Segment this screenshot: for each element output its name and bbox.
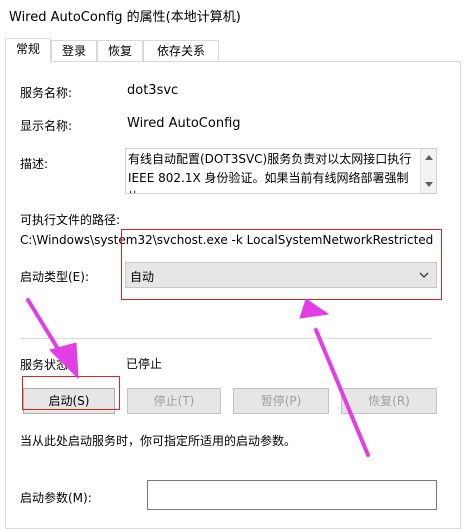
tab-logon[interactable]: 登录 bbox=[51, 40, 97, 62]
stop-button[interactable]: 停止(T) bbox=[127, 388, 221, 414]
tab-dependencies[interactable]: 依存关系 bbox=[143, 40, 219, 62]
exe-path-label: 可执行文件的路径: bbox=[20, 213, 121, 227]
service-name-label: 服务名称: bbox=[20, 86, 73, 100]
description-text: 有线自动配置(DOT3SVC)服务负责对以太网接口执行 IEEE 802.1X … bbox=[128, 152, 412, 193]
separator bbox=[20, 338, 432, 339]
scroll-down-icon[interactable] bbox=[425, 182, 433, 187]
pause-button[interactable]: 暂停(P) bbox=[233, 388, 329, 414]
display-name-label: 显示名称: bbox=[20, 119, 73, 133]
scroll-up-icon[interactable] bbox=[425, 155, 433, 160]
tab-general[interactable]: 常规 bbox=[5, 38, 51, 63]
general-panel bbox=[5, 61, 461, 529]
tab-strip: 常规 登录 恢复 依存关系 bbox=[0, 38, 467, 63]
exe-path-value: C:\Windows\system32\svchost.exe -k Local… bbox=[20, 233, 434, 247]
chevron-down-icon bbox=[419, 272, 429, 278]
startup-type-label: 启动类型(E): bbox=[20, 270, 89, 284]
window-title: Wired AutoConfig 的属性(本地计算机) bbox=[9, 10, 241, 25]
start-params-input[interactable] bbox=[147, 480, 437, 510]
start-params-label: 启动参数(M): bbox=[20, 491, 92, 505]
description-label: 描述: bbox=[20, 157, 49, 171]
startup-type-select[interactable]: 自动 bbox=[125, 262, 437, 288]
start-button[interactable]: 启动(S) bbox=[23, 388, 115, 414]
startup-type-value: 自动 bbox=[130, 270, 155, 284]
start-params-hint: 当从此处启动服务时，你可指定所适用的启动参数。 bbox=[20, 434, 297, 448]
status-value: 已停止 bbox=[126, 357, 163, 371]
description-scrollbar[interactable] bbox=[420, 149, 436, 193]
display-name-value: Wired AutoConfig bbox=[127, 116, 241, 131]
service-name-value: dot3svc bbox=[127, 83, 179, 98]
title-bar: Wired AutoConfig 的属性(本地计算机) bbox=[0, 0, 467, 30]
description-box[interactable]: 有线自动配置(DOT3SVC)服务负责对以太网接口执行 IEEE 802.1X … bbox=[125, 148, 437, 194]
tab-recovery[interactable]: 恢复 bbox=[97, 40, 143, 62]
resume-button[interactable]: 恢复(R) bbox=[341, 388, 437, 414]
status-label: 服务状态: bbox=[20, 358, 73, 372]
